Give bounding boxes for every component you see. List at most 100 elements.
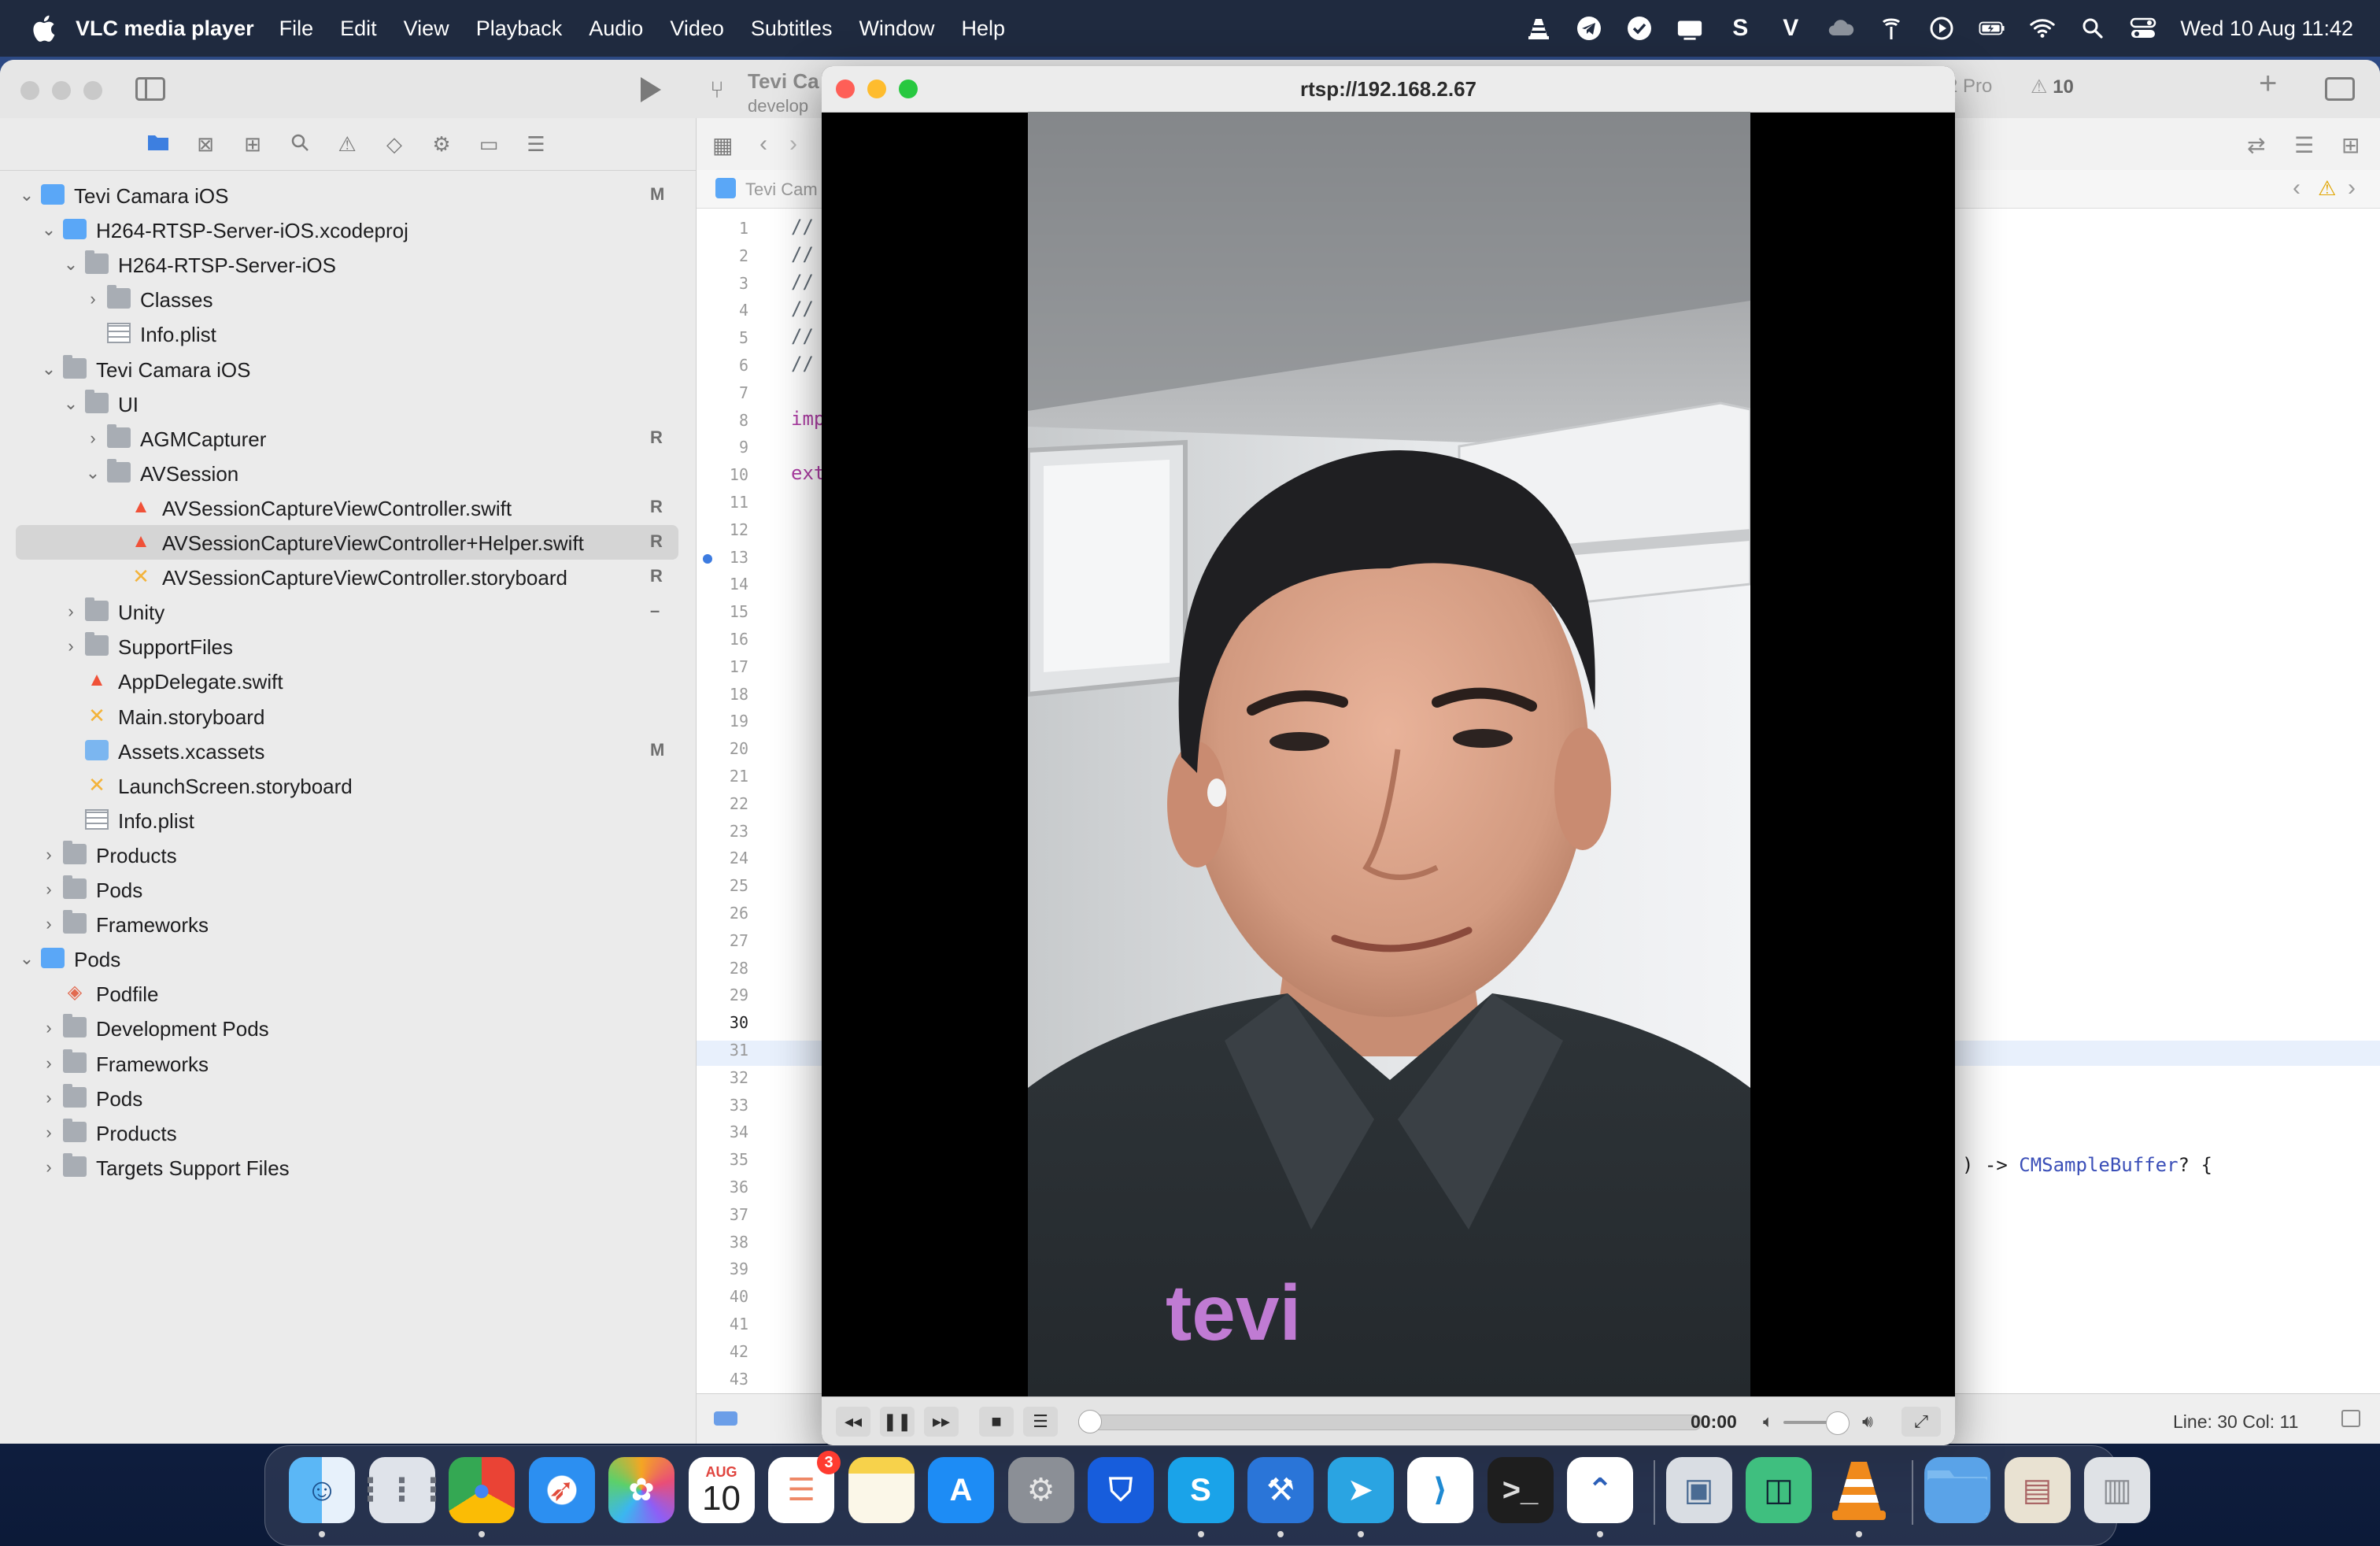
menu-video[interactable]: Video — [670, 17, 724, 41]
menu-help[interactable]: Help — [961, 17, 1005, 41]
checkmark-icon[interactable] — [1626, 15, 1653, 42]
menu-view[interactable]: View — [404, 17, 449, 41]
file-tree-row[interactable]: ✕ Main.storyboard — [0, 699, 696, 734]
chevron-down-icon[interactable]: ⌄ — [39, 219, 58, 241]
system-preferences-dock-icon[interactable]: ⚙ — [1007, 1457, 1074, 1523]
s-letter-icon[interactable]: S — [1727, 15, 1754, 42]
file-tree-row[interactable]: › Frameworks — [0, 907, 696, 941]
issue-nav-icon[interactable]: ⚠ — [335, 132, 359, 156]
file-tree-row[interactable]: ⌄ Tevi Camara iOS — [0, 352, 696, 386]
file-tree-row[interactable]: ⌄ Pods — [0, 941, 696, 976]
file-tree-row[interactable]: ✕ LaunchScreen.storyboard — [0, 768, 696, 803]
vscode-dock-icon[interactable]: ⟩ — [1407, 1457, 1473, 1523]
prev-issue-chevron-icon[interactable]: ‹ — [2293, 175, 2301, 202]
vlc-cone-icon[interactable] — [1525, 15, 1552, 42]
pause-button[interactable]: ❚❚ — [880, 1407, 915, 1437]
fast-forward-button[interactable]: ▸▸ — [924, 1407, 959, 1437]
run-button[interactable] — [641, 77, 661, 102]
volume-knob[interactable] — [1826, 1411, 1850, 1435]
file-tree-row[interactable]: ✕ AVSessionCaptureViewController.storyboa… — [0, 560, 696, 594]
file-tree-row[interactable]: › Pods — [0, 872, 696, 907]
video-frame[interactable]: tevi — [1028, 112, 1750, 1396]
sidebar-toggle-icon[interactable] — [135, 77, 165, 101]
chevron-down-icon[interactable]: ⌄ — [61, 253, 80, 276]
chevron-right-icon[interactable]: › — [83, 427, 102, 449]
menu-window[interactable]: Window — [859, 17, 934, 41]
photos-dock-icon[interactable]: ✿ — [608, 1457, 674, 1523]
issue-warning-icon[interactable]: ⚠ — [2318, 176, 2336, 201]
editor-options-icon[interactable]: ☰ — [2294, 132, 2314, 158]
chevron-down-icon[interactable]: ⌄ — [39, 358, 58, 380]
chevron-right-icon[interactable]: › — [39, 913, 58, 935]
file-tree-row[interactable]: › Products — [0, 838, 696, 872]
fullscreen-button[interactable]: ⤢ — [1901, 1407, 1941, 1437]
rewind-button[interactable]: ◂◂ — [836, 1407, 870, 1437]
file-tree-row[interactable]: ▲ AVSessionCaptureViewController+Helper.s… — [0, 525, 696, 560]
file-tree-row[interactable]: › Frameworks — [0, 1046, 696, 1081]
chevron-right-icon[interactable]: › — [39, 1156, 58, 1178]
app-store-dock-icon[interactable]: A — [928, 1457, 994, 1523]
source-control-nav-icon[interactable]: ⊠ — [194, 132, 217, 156]
related-items-icon[interactable]: ▦ — [712, 132, 733, 158]
display-icon[interactable] — [1676, 15, 1703, 42]
file-tree-row[interactable]: ⌄ UI — [0, 386, 696, 421]
xcode-dock-icon[interactable]: ⚒ — [1247, 1457, 1314, 1523]
file-tree-row[interactable]: Info.plist — [0, 803, 696, 838]
file-tree-row[interactable]: › Targets Support Files — [0, 1150, 696, 1185]
jump-bar-project[interactable]: Tevi Cam — [745, 179, 818, 200]
chevron-right-icon[interactable]: › — [39, 1122, 58, 1144]
volume-low-icon[interactable]: 🔈︎ — [1763, 1411, 1773, 1432]
simulator-vpn-dock-icon[interactable]: ⌃ — [1567, 1457, 1633, 1523]
add-editor-icon[interactable]: ⊞ — [2341, 132, 2360, 158]
v-letter-icon[interactable]: V — [1777, 15, 1804, 42]
file-tree-row[interactable]: › Unity – — [0, 594, 696, 629]
chevron-right-icon[interactable]: › — [39, 1052, 58, 1074]
safari-dock-icon[interactable]: ➶ — [528, 1457, 595, 1523]
file-tree-row[interactable]: › Classes — [0, 282, 696, 316]
add-tab-button[interactable]: + — [2259, 66, 2277, 102]
vlc-dock-icon[interactable] — [1826, 1457, 1892, 1523]
file-tree-row[interactable]: › SupportFiles — [0, 629, 696, 664]
search-icon[interactable] — [2079, 15, 2106, 42]
volume-high-icon[interactable]: 🔊︎ — [1862, 1411, 1873, 1432]
trash-dock-icon[interactable]: ▥ — [2084, 1457, 2150, 1523]
bitwarden-dock-icon[interactable]: ⛉ — [1088, 1457, 1154, 1523]
recent-document-dock-icon[interactable]: ▤ — [2004, 1457, 2071, 1523]
chevron-right-icon[interactable]: › — [61, 601, 80, 623]
back-chevron-icon[interactable]: ‹ — [759, 131, 767, 157]
file-tree-row[interactable]: ⌄ AVSession — [0, 456, 696, 490]
chevron-right-icon[interactable]: › — [39, 844, 58, 866]
breakpoint-nav-icon[interactable]: ▭ — [477, 132, 501, 156]
menu-audio[interactable]: Audio — [589, 17, 643, 41]
telegram-dock-icon[interactable]: ➤ — [1327, 1457, 1394, 1523]
chevron-right-icon[interactable]: › — [39, 1087, 58, 1109]
apple-menu-icon[interactable] — [30, 13, 57, 43]
launchpad-dock-icon[interactable]: ⋮⋮⋮ — [355, 1457, 449, 1523]
app-menu-vlc[interactable]: VLC media player — [76, 17, 254, 41]
cloud-icon[interactable] — [1828, 15, 1854, 42]
playlist-button[interactable]: ☰ — [1023, 1407, 1058, 1437]
antenna-icon[interactable] — [1878, 15, 1905, 42]
symbol-nav-icon[interactable]: ⊞ — [241, 132, 264, 156]
telegram-icon[interactable] — [1576, 15, 1602, 42]
terminal-dock-icon[interactable]: >_ — [1487, 1457, 1554, 1523]
chevron-down-icon[interactable]: ⌄ — [83, 462, 102, 484]
file-tree-row[interactable]: ⌄ Tevi Camara iOS M — [0, 178, 696, 213]
split-editor-icon[interactable]: ⇄ — [2247, 132, 2265, 158]
file-tree-row[interactable]: ▲ AVSessionCaptureViewController.swift R — [0, 490, 696, 525]
file-tree-row[interactable]: ⌄ H264-RTSP-Server-iOS.xcodeproj — [0, 213, 696, 247]
menu-edit[interactable]: Edit — [340, 17, 377, 41]
stop-button[interactable]: ■ — [979, 1407, 1014, 1437]
chevron-down-icon[interactable]: ⌄ — [61, 393, 80, 415]
test-nav-icon[interactable]: ◇ — [382, 132, 406, 156]
debug-area-panel-icon[interactable] — [2341, 1410, 2360, 1427]
calendar-dock-icon[interactable]: AUG 10 — [688, 1457, 755, 1523]
chevron-right-icon[interactable]: › — [83, 288, 102, 310]
chevron-down-icon[interactable]: ⌄ — [17, 948, 36, 970]
notes-dock-icon[interactable] — [848, 1457, 915, 1523]
seek-bar[interactable] — [1078, 1415, 1702, 1430]
chevron-down-icon[interactable]: ⌄ — [17, 184, 36, 206]
folder-nav-icon[interactable] — [146, 132, 170, 156]
file-tree-row[interactable]: ◈ Podfile — [0, 976, 696, 1011]
downloads-folder-dock-icon[interactable] — [1924, 1457, 1990, 1523]
